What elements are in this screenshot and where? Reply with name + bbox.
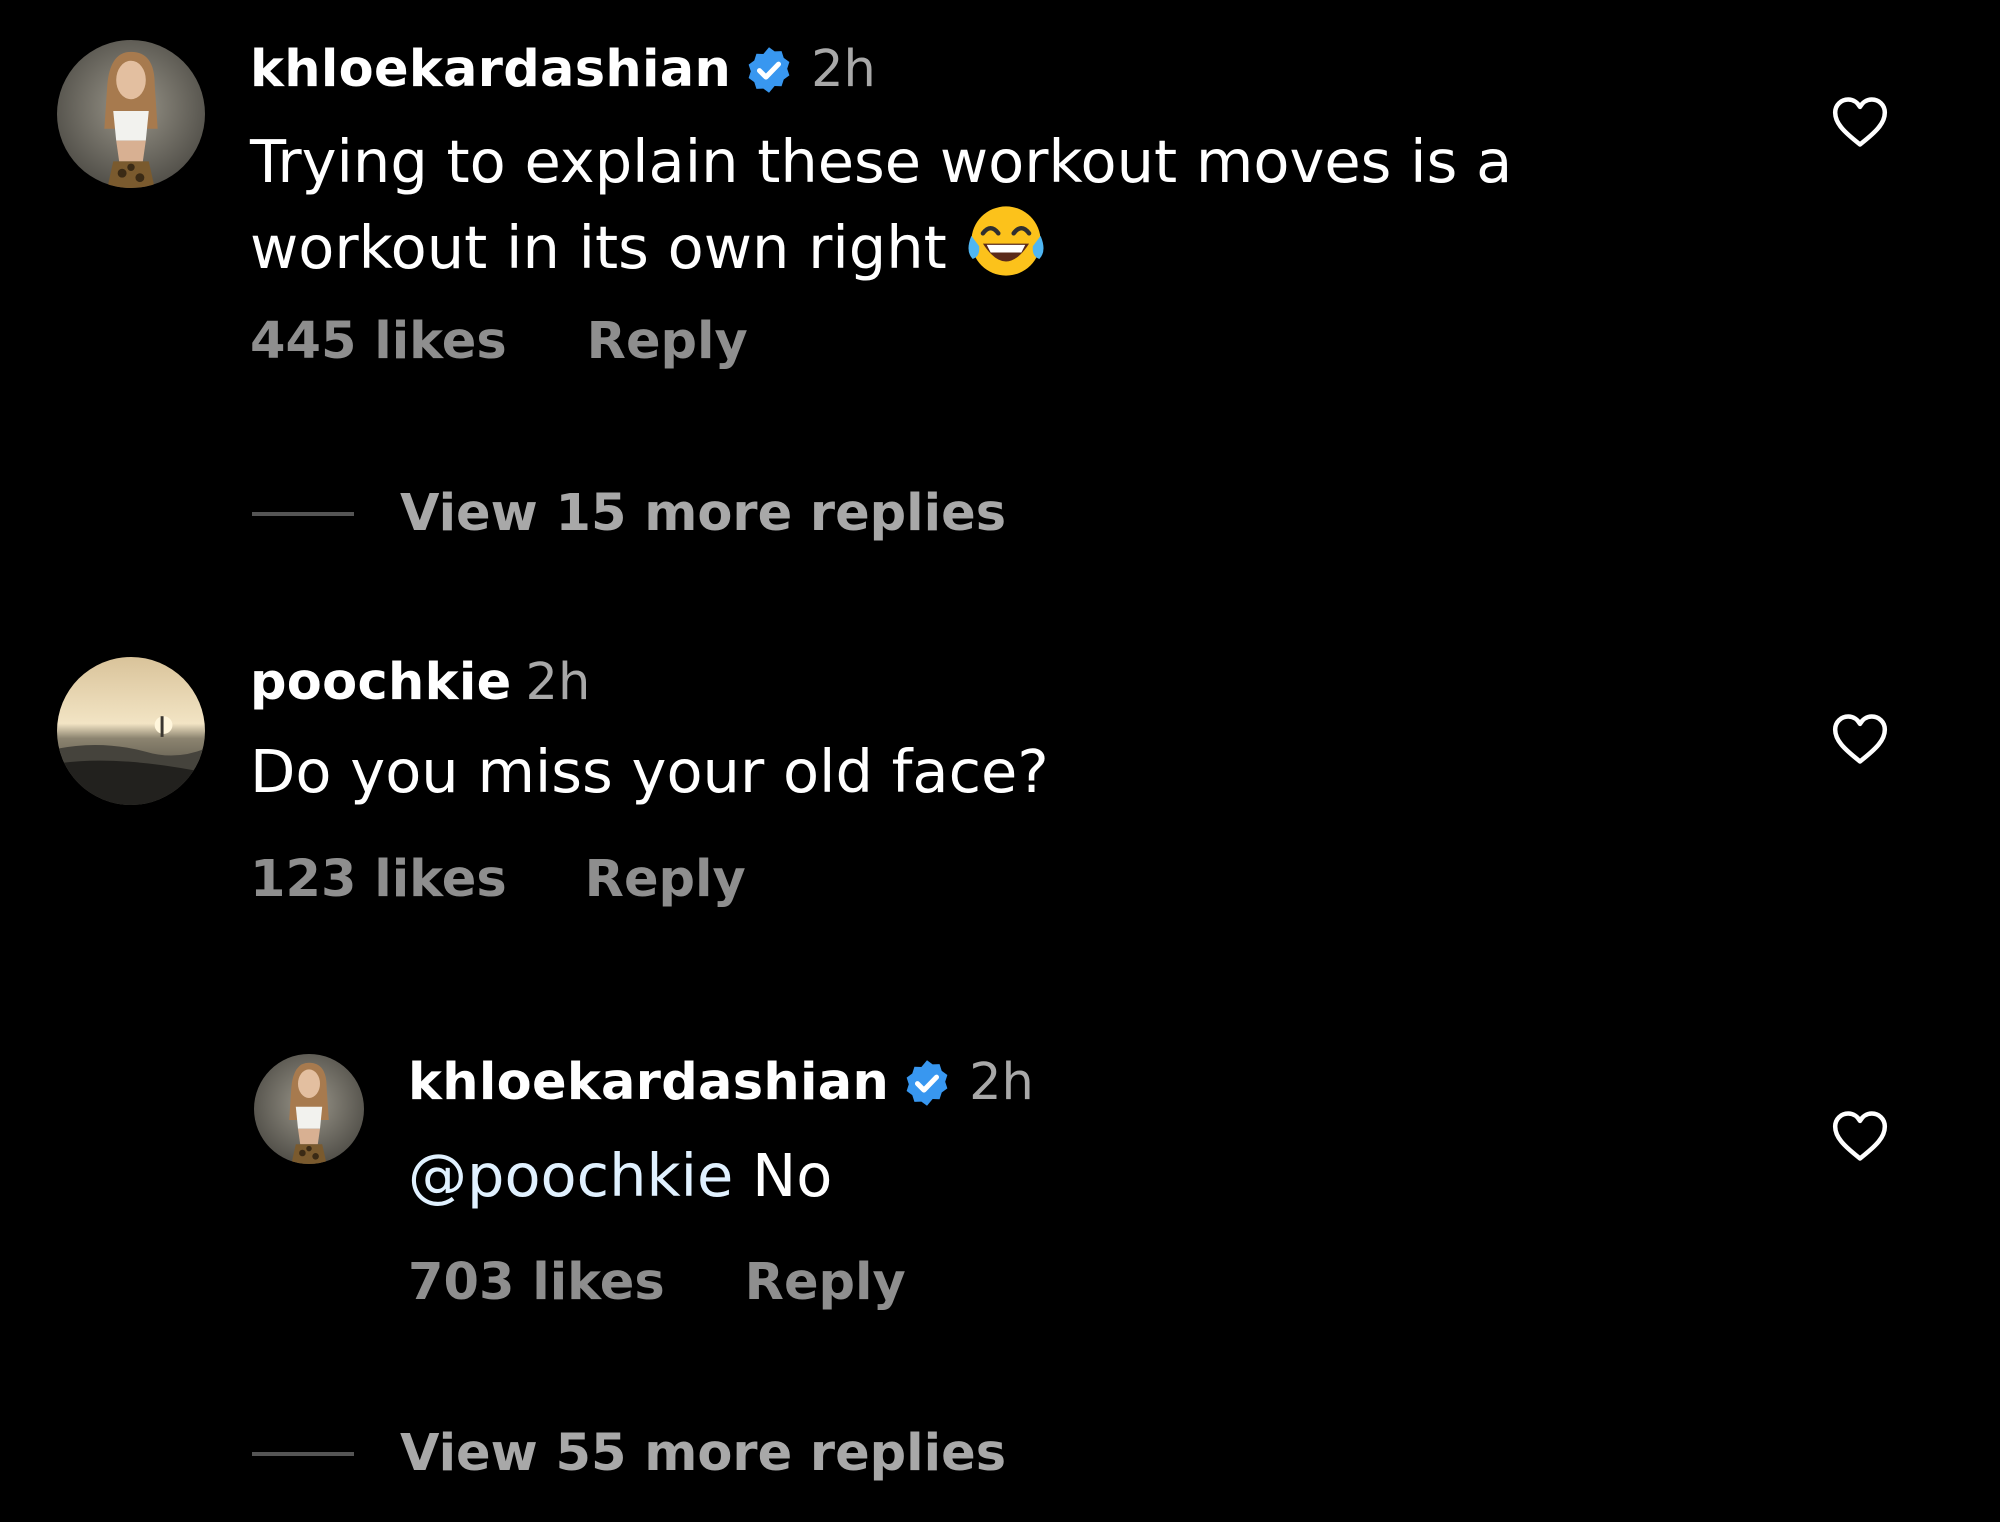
reply-text-content: No	[752, 1141, 833, 1210]
view-more-replies-button[interactable]: View 55 more replies	[252, 1424, 1006, 1483]
comment-meta: 445 likes Reply	[250, 312, 748, 371]
avatar-khloekardashian[interactable]	[254, 1054, 364, 1164]
reply-button[interactable]: Reply	[745, 1253, 906, 1312]
comment-timestamp: 2h	[811, 40, 876, 99]
view-more-replies-label[interactable]: View 15 more replies	[400, 484, 1006, 543]
comment-meta: 123 likes Reply	[250, 850, 746, 909]
like-heart-icon[interactable]	[1831, 713, 1889, 765]
reply-like-count[interactable]: 703 likes	[408, 1253, 665, 1312]
reply-text: @poochkie No	[408, 1138, 832, 1214]
view-more-replies-button[interactable]: View 15 more replies	[252, 484, 1006, 543]
reply-button[interactable]: Reply	[587, 312, 748, 371]
reply-button[interactable]: Reply	[585, 850, 746, 909]
comment-like-count[interactable]: 445 likes	[250, 312, 507, 371]
comment-text-line: workout in its own right	[250, 200, 1512, 286]
comment-username[interactable]: poochkie	[250, 653, 512, 712]
comment-text: Trying to explain these workout moves is…	[250, 124, 1512, 286]
comment-like-count[interactable]: 123 likes	[250, 850, 507, 909]
mention-link[interactable]: @poochkie	[408, 1141, 733, 1210]
face-with-tears-of-joy-icon	[965, 200, 1047, 282]
avatar-khloekardashian[interactable]	[57, 40, 205, 188]
view-more-replies-label[interactable]: View 55 more replies	[400, 1424, 1006, 1483]
comment-text-line: Trying to explain these workout moves is…	[250, 127, 1513, 196]
avatar-poochkie[interactable]	[57, 657, 205, 805]
like-heart-icon[interactable]	[1831, 1110, 1889, 1162]
like-heart-icon[interactable]	[1831, 96, 1889, 148]
verified-badge-icon	[743, 44, 795, 96]
comment-username[interactable]: khloekardashian	[250, 40, 731, 99]
comment-header: khloekardashian 2h	[250, 40, 876, 99]
reply-username[interactable]: khloekardashian	[408, 1053, 889, 1112]
reply-header: khloekardashian 2h	[408, 1053, 1034, 1112]
reply-timestamp: 2h	[969, 1053, 1034, 1112]
comment-text-line-2: workout in its own right	[250, 213, 947, 282]
replies-divider	[252, 1451, 354, 1456]
reply-meta: 703 likes Reply	[408, 1253, 906, 1312]
verified-badge-icon	[901, 1057, 953, 1109]
comment-text: Do you miss your old face?	[250, 737, 1049, 806]
comment-timestamp: 2h	[525, 653, 591, 712]
comment-header: poochkie 2h	[250, 653, 590, 712]
replies-divider	[252, 511, 354, 516]
